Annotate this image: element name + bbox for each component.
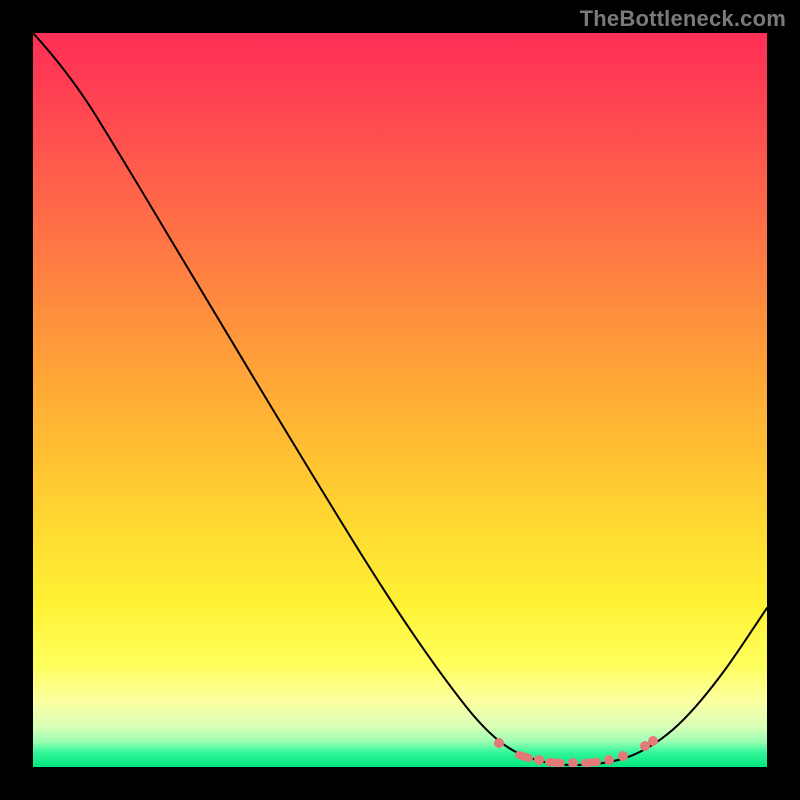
marker-dot bbox=[585, 762, 597, 763]
marker-dot bbox=[549, 762, 561, 763]
plot-area bbox=[33, 33, 767, 767]
marker-dot bbox=[604, 755, 614, 765]
marker-dot bbox=[534, 755, 544, 765]
chart-canvas: TheBottleneck.com bbox=[0, 0, 800, 800]
marker-dot bbox=[568, 758, 578, 767]
bottleneck-curve bbox=[33, 33, 767, 765]
watermark-text: TheBottleneck.com bbox=[580, 6, 786, 32]
marker-dot bbox=[494, 738, 504, 748]
minimum-markers bbox=[494, 736, 658, 767]
marker-dot bbox=[618, 751, 628, 761]
curve-svg bbox=[33, 33, 767, 767]
marker-dot bbox=[519, 755, 529, 758]
marker-dot bbox=[648, 736, 658, 746]
